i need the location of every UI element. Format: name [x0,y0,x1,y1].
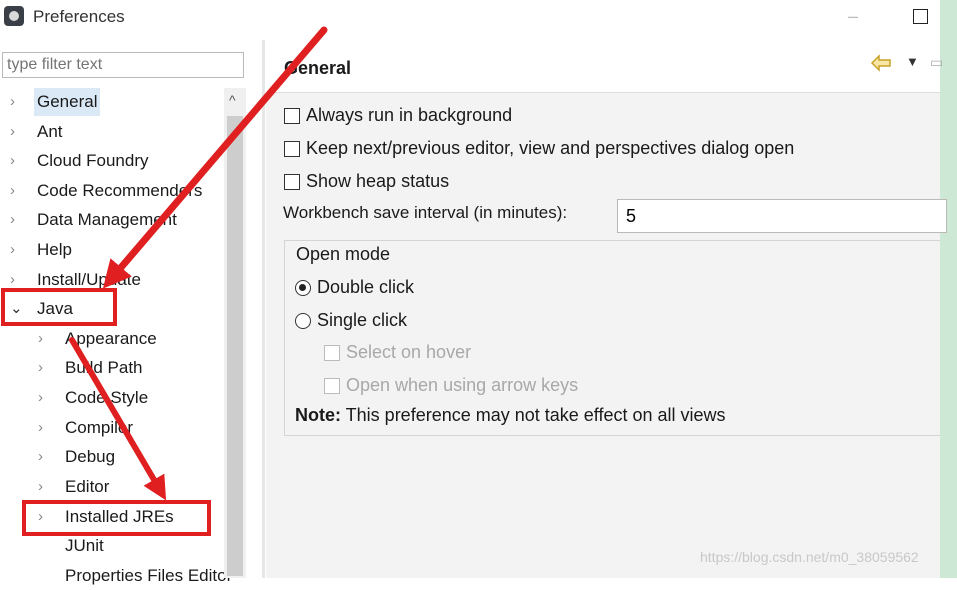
open-arrow-keys-checkbox [324,378,340,394]
eclipse-app-icon [4,6,24,26]
tree-item-label: Debug [65,447,116,466]
background-window-strip [940,0,957,578]
tree-item-label: Code Recommenders [37,181,203,200]
tree-item-label: Appearance [65,329,157,348]
keep-next-prev-checkbox[interactable] [284,141,300,157]
tree-scrollbar[interactable]: ^ [224,88,246,578]
minimize-button[interactable]: – [848,6,858,27]
tree-item-label: Data Management [37,210,177,229]
checkbox-label: Select on hover [346,342,472,362]
show-heap-status-checkbox[interactable] [284,174,300,190]
forward-arrow-icon[interactable]: ▭ [930,54,943,71]
chevron-right-icon[interactable]: › [38,384,52,412]
window-title: Preferences [33,7,125,26]
tree-item-label: Ant [37,122,63,141]
always-run-background-option[interactable]: Always run in background [284,102,512,128]
keep-next-prev-option[interactable]: Keep next/previous editor, view and pers… [284,135,794,161]
single-click-option[interactable]: Single click [295,307,407,333]
radio-label: Double click [317,277,415,297]
always-run-background-checkbox[interactable] [284,108,300,124]
chevron-right-icon[interactable]: › [38,325,52,353]
checkbox-label: Keep next/previous editor, view and pers… [306,138,795,158]
open-arrow-keys-option: Open when using arrow keys [324,372,578,398]
tree-item-label: General [34,88,101,116]
tree-item-label: Java [37,299,73,318]
chevron-right-icon[interactable]: › [10,236,24,264]
maximize-button[interactable] [913,9,928,24]
select-on-hover-checkbox [324,345,340,361]
tree-item-label: Properties Files Editor [65,566,233,585]
select-on-hover-option: Select on hover [324,339,471,365]
chevron-right-icon[interactable]: › [38,503,52,531]
double-click-option[interactable]: Double click [295,274,414,300]
checkbox-label: Show heap status [306,171,450,191]
tree-item-label: Help [37,240,72,259]
tree-item-label: Install/Update [37,270,141,289]
preference-page: General ▼ ▭ Always run in background Kee… [266,40,947,578]
page-title: General [284,58,352,78]
preferences-sidebar: › General › Ant › Cloud Foundry › Code R… [0,40,262,585]
chevron-right-icon[interactable]: › [10,266,24,294]
chevron-right-icon[interactable]: › [38,354,52,382]
pane-divider[interactable] [262,40,265,578]
tree-item-label: Compiler [65,418,134,437]
tree-item-label: JUnit [65,536,104,555]
back-arrow-icon[interactable] [870,54,892,72]
page-header: General ▼ ▭ [266,40,943,93]
chevron-right-icon[interactable]: › [38,414,52,442]
double-click-radio[interactable] [295,280,311,296]
single-click-radio[interactable] [295,313,311,329]
save-interval-label: Workbench save interval (in minutes): [283,203,568,222]
tree-item-label: Installed JREs [65,507,174,526]
tree-item-label: Build Path [65,358,143,377]
show-heap-status-option[interactable]: Show heap status [284,168,449,194]
scroll-up-icon[interactable]: ^ [229,92,236,108]
chevron-right-icon[interactable]: › [10,147,24,175]
note-prefix: Note: [295,405,341,425]
tree-item-label: Cloud Foundry [37,151,149,170]
checkbox-label: Open when using arrow keys [346,375,579,395]
chevron-right-icon[interactable]: › [38,443,52,471]
note-body: This preference may not take effect on a… [341,405,726,425]
chevron-right-icon[interactable]: › [10,88,24,116]
chevron-right-icon[interactable]: › [38,473,52,501]
title-bar: Preferences – [0,0,940,36]
open-mode-label: Open mode [296,244,391,264]
chevron-right-icon[interactable]: › [10,206,24,234]
save-interval-input[interactable] [617,199,947,233]
chevron-right-icon[interactable]: › [10,118,24,146]
chevron-right-icon[interactable]: › [10,177,24,205]
scrollbar-thumb[interactable] [227,116,243,576]
note-text: Note: This preference may not take effec… [295,405,726,426]
watermark: https://blog.csdn.net/m0_38059562 [700,549,919,565]
radio-label: Single click [317,310,408,330]
tree-item-label: Code Style [65,388,149,407]
tree-item-label: Editor [65,477,110,496]
dropdown-arrow-icon[interactable]: ▼ [906,54,919,69]
chevron-down-icon[interactable]: ⌄ [10,295,24,323]
filter-input[interactable] [2,52,244,78]
checkbox-label: Always run in background [306,105,513,125]
